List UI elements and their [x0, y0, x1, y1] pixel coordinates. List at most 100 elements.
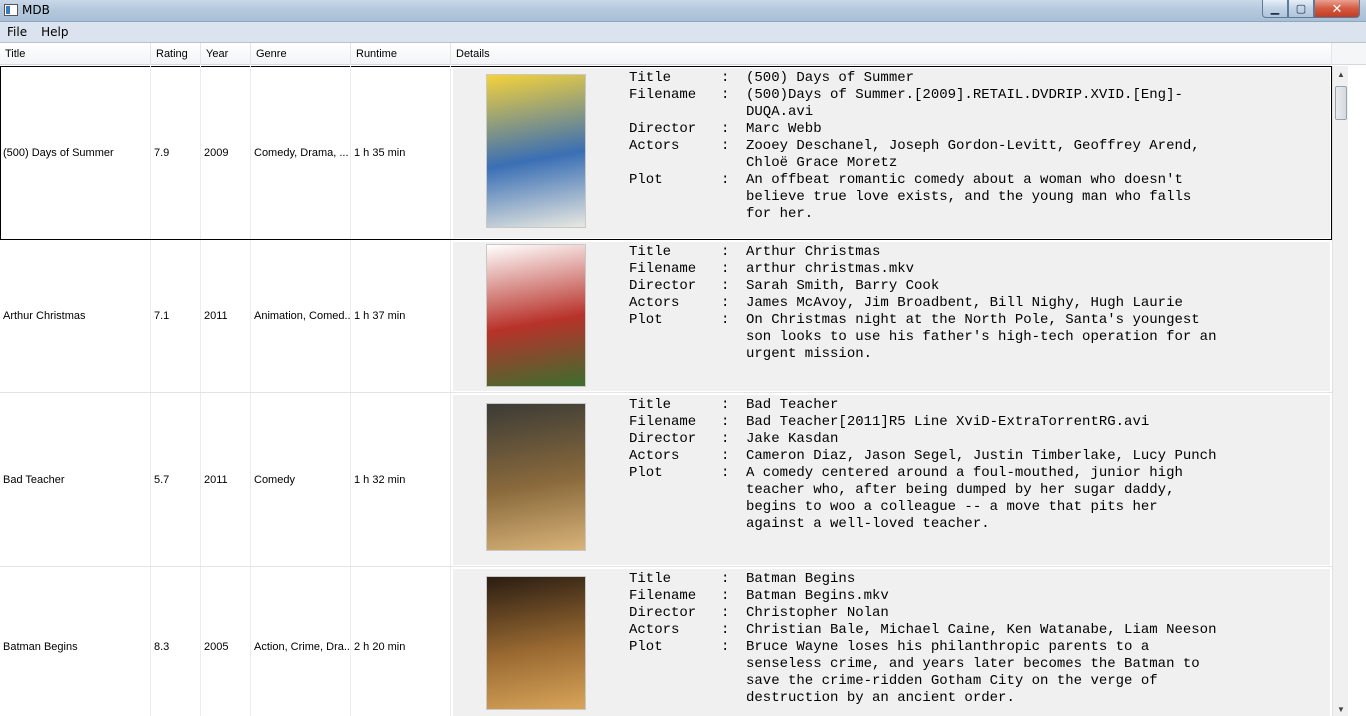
- detail-line-filename: Filename: Bad Teacher[2011]R5 Line XviD-E…: [629, 414, 1224, 431]
- detail-separator: :: [721, 622, 730, 638]
- cell-genre: Action, Crime, Dra...: [251, 567, 351, 716]
- detail-separator: :: [721, 588, 730, 604]
- menu-help[interactable]: Help: [34, 22, 75, 42]
- movie-details: Title: (500) Days of Summer Filename: (500)…: [629, 70, 1224, 223]
- detail-label-text: Plot: [629, 465, 663, 481]
- detail-label-text: Plot: [629, 312, 663, 328]
- cell-details: Title: Arthur Christmas Filename: arthur ch…: [453, 242, 1330, 391]
- cell-rating: 5.7: [151, 393, 201, 566]
- detail-label: Director:: [629, 431, 746, 448]
- menu-file[interactable]: File: [0, 22, 34, 42]
- detail-value-director: Marc Webb: [746, 121, 822, 137]
- scroll-down-icon[interactable]: ▼: [1333, 701, 1349, 716]
- detail-label-text: Filename: [629, 261, 697, 277]
- cell-title: Batman Begins: [0, 567, 151, 716]
- detail-label-text: Actors: [629, 448, 680, 464]
- cell-year: 2011: [201, 393, 251, 566]
- detail-separator: :: [721, 571, 730, 587]
- detail-line-title: Title: Arthur Christmas: [629, 244, 1224, 261]
- detail-separator: :: [721, 295, 730, 311]
- detail-label: Title:: [629, 244, 746, 261]
- cell-runtime: 2 h 20 min: [351, 567, 451, 716]
- detail-value-actors: Cameron Diaz, Jason Segel, Justin Timber…: [746, 448, 1217, 464]
- detail-separator: :: [721, 70, 730, 86]
- detail-value-title: Batman Begins: [746, 571, 856, 587]
- cell-rating: 7.9: [151, 66, 201, 239]
- scroll-thumb[interactable]: [1335, 86, 1347, 120]
- detail-value-filename: Bad Teacher[2011]R5 Line XviD-ExtraTorre…: [746, 414, 1150, 430]
- detail-value-title: Arthur Christmas: [746, 244, 881, 260]
- detail-value-plot: On Christmas night at the North Pole, Sa…: [746, 312, 1217, 362]
- detail-label: Filename:: [629, 588, 746, 605]
- column-header-title[interactable]: Title: [0, 43, 151, 65]
- detail-line-plot: Plot: An offbeat romantic comedy about a …: [629, 172, 1224, 223]
- column-header-runtime[interactable]: Runtime: [351, 43, 451, 65]
- cell-title: Arthur Christmas: [0, 240, 151, 392]
- app-icon: [4, 4, 18, 16]
- detail-label-text: Plot: [629, 639, 663, 655]
- detail-separator: :: [721, 448, 730, 464]
- cell-title: (500) Days of Summer: [0, 66, 151, 239]
- detail-line-director: Director: Jake Kasdan: [629, 431, 1224, 448]
- movie-table: Title Rating Year Genre Runtime Details …: [0, 42, 1366, 716]
- detail-value-actors: Zooey Deschanel, Joseph Gordon-Levitt, G…: [746, 138, 1200, 171]
- table-row[interactable]: (500) Days of Summer 7.9 2009 Comedy, Drama…: [0, 66, 1332, 240]
- cell-genre: Comedy: [251, 393, 351, 566]
- detail-label-text: Filename: [629, 87, 697, 103]
- detail-label-text: Filename: [629, 588, 697, 604]
- column-header-year[interactable]: Year: [201, 43, 251, 65]
- detail-line-director: Director: Sarah Smith, Barry Cook: [629, 278, 1224, 295]
- movie-poster: [486, 576, 586, 710]
- detail-label-text: Plot: [629, 172, 663, 188]
- movie-poster: [486, 74, 586, 228]
- minimize-button[interactable]: ▁: [1262, 0, 1288, 18]
- detail-separator: :: [721, 639, 730, 655]
- detail-line-actors: Actors: Cameron Diaz, Jason Segel, Justin…: [629, 448, 1224, 465]
- table-header: Title Rating Year Genre Runtime Details: [0, 43, 1332, 65]
- cell-runtime: 1 h 35 min: [351, 66, 451, 239]
- detail-line-plot: Plot: A comedy centered around a foul-mou…: [629, 465, 1224, 533]
- detail-label: Filename:: [629, 261, 746, 278]
- detail-value-plot: Bruce Wayne loses his philanthropic pare…: [746, 639, 1200, 706]
- cell-year: 2011: [201, 240, 251, 392]
- detail-label: Filename:: [629, 414, 746, 431]
- cell-genre: Animation, Comed...: [251, 240, 351, 392]
- table-row[interactable]: Batman Begins 8.3 2005 Action, Crime, Dra..…: [0, 567, 1332, 716]
- detail-separator: :: [721, 261, 730, 277]
- maximize-button[interactable]: ▢: [1288, 0, 1314, 18]
- detail-line-actors: Actors: Zooey Deschanel, Joseph Gordon-Le…: [629, 138, 1224, 172]
- column-header-genre[interactable]: Genre: [251, 43, 351, 65]
- detail-value-title: (500) Days of Summer: [746, 70, 915, 86]
- column-header-details[interactable]: Details: [451, 43, 1332, 65]
- detail-separator: :: [721, 121, 730, 137]
- vertical-scrollbar[interactable]: ▲ ▼: [1332, 66, 1348, 716]
- title-bar: MDB ▁ ▢ ✕: [0, 0, 1366, 22]
- detail-label: Plot:: [629, 172, 746, 223]
- detail-label: Plot:: [629, 465, 746, 533]
- detail-label: Director:: [629, 605, 746, 622]
- detail-label-text: Director: [629, 278, 697, 294]
- detail-separator: :: [721, 312, 730, 328]
- detail-label-text: Actors: [629, 622, 680, 638]
- column-header-rating[interactable]: Rating: [151, 43, 201, 65]
- detail-label-text: Title: [629, 244, 672, 260]
- scroll-up-icon[interactable]: ▲: [1333, 66, 1349, 82]
- window-controls: ▁ ▢ ✕: [1262, 0, 1360, 18]
- menu-bar: File Help: [0, 22, 1366, 42]
- cell-runtime: 1 h 37 min: [351, 240, 451, 392]
- detail-value-actors: Christian Bale, Michael Caine, Ken Watan…: [746, 622, 1217, 638]
- detail-separator: :: [721, 87, 730, 103]
- detail-label-text: Actors: [629, 295, 680, 311]
- cell-genre: Comedy, Drama, ...: [251, 66, 351, 239]
- detail-label: Title:: [629, 397, 746, 414]
- detail-label-text: Director: [629, 431, 697, 447]
- table-row[interactable]: Arthur Christmas 7.1 2011 Animation, Comed.…: [0, 240, 1332, 393]
- detail-line-actors: Actors: James McAvoy, Jim Broadbent, Bill…: [629, 295, 1224, 312]
- detail-value-filename: (500)Days of Summer.[2009].RETAIL.DVDRIP…: [746, 87, 1183, 120]
- cell-rating: 7.1: [151, 240, 201, 392]
- close-button[interactable]: ✕: [1314, 0, 1360, 18]
- detail-label: Actors:: [629, 448, 746, 465]
- detail-line-filename: Filename: (500)Days of Summer.[2009].RETA…: [629, 87, 1224, 121]
- detail-label: Actors:: [629, 138, 746, 172]
- table-row[interactable]: Bad Teacher 5.7 2011 Comedy 1 h 32 min Title:…: [0, 393, 1332, 567]
